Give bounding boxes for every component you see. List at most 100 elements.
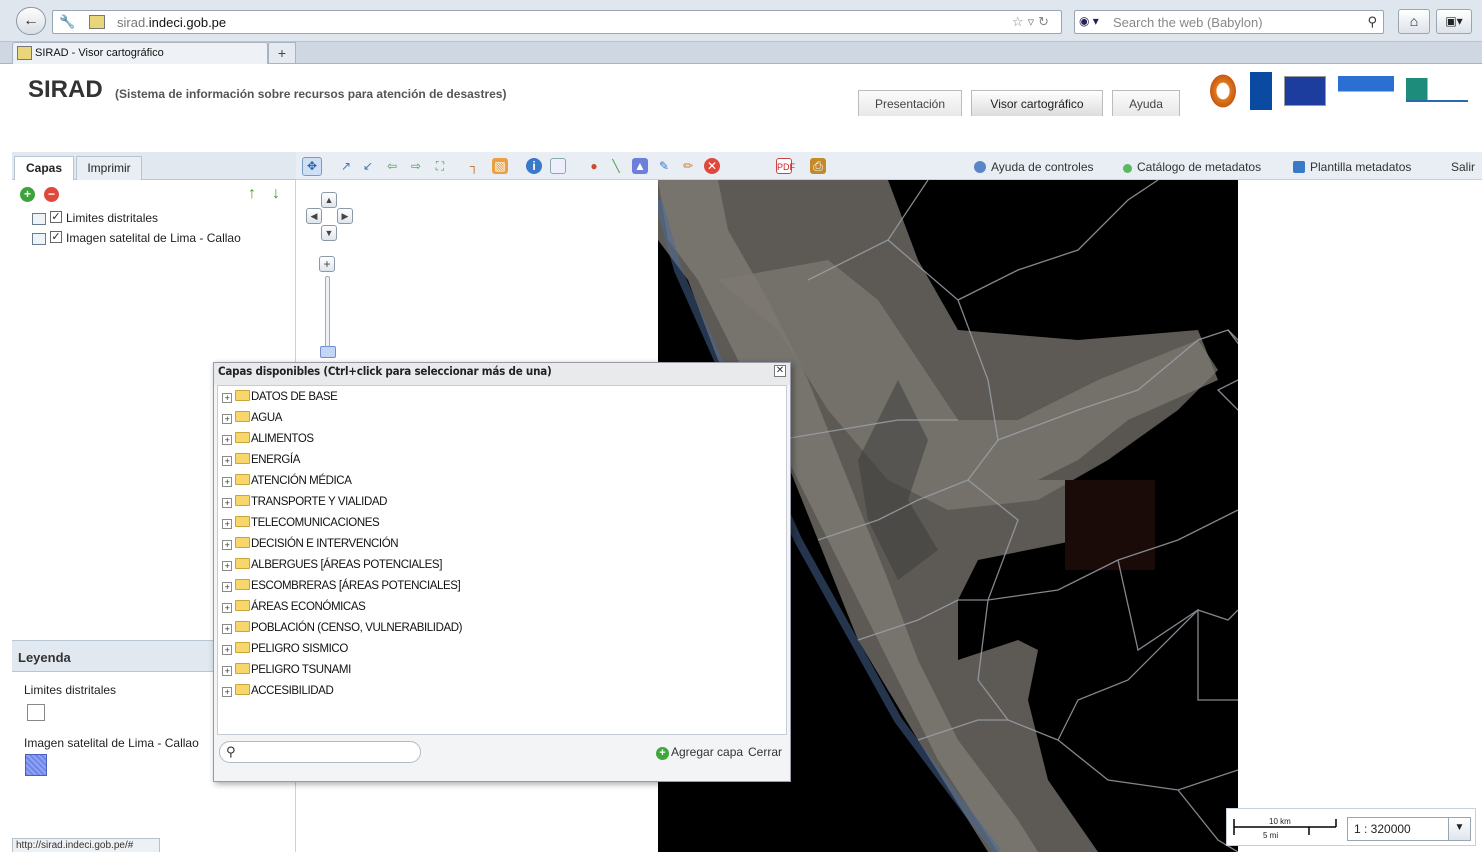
tree-category[interactable]: + ALIMENTOS [222,432,314,450]
tab-favicon-icon [17,46,32,60]
expand-icon[interactable]: + [222,435,232,445]
star-icon[interactable]: ☆ [1012,14,1028,29]
full-extent-icon[interactable]: ⛶ [432,158,448,174]
tree-category[interactable]: + ACCESIBILIDAD [222,684,334,702]
home-button[interactable]: ⌂ [1398,9,1430,34]
tree-category[interactable]: + DATOS DE BASE [222,390,338,408]
expand-icon[interactable]: + [222,582,232,592]
tab-capas[interactable]: Capas [14,156,74,180]
tree-category[interactable]: + AGUA [222,411,282,429]
add-layer-button[interactable]: + Agregar capa [656,745,743,760]
tree-category[interactable]: + TRANSPORTE Y VIALIDAD [222,495,387,513]
expand-icon[interactable]: + [222,561,232,571]
scale-select[interactable]: 1 : 320000 ▼ [1347,817,1471,841]
eu-flag-icon [1284,76,1326,106]
add-layer-icon[interactable]: + [20,187,35,202]
folder-icon [235,621,250,632]
move-up-icon[interactable]: ↑ [248,185,256,203]
pan-tool-icon[interactable]: ✥ [302,157,322,176]
add-line-icon[interactable]: ╲ [608,158,624,174]
scale-value: 1 : 320000 [1354,822,1411,836]
expand-icon[interactable]: + [222,414,232,424]
remove-layer-icon[interactable]: − [44,187,59,202]
print-icon[interactable]: ⎙ [810,158,826,174]
tab-imprimir[interactable]: Imprimir [76,156,142,180]
tree-category[interactable]: + PELIGRO SISMICO [222,642,348,660]
edit-feature-icon[interactable]: ✎ [656,158,672,174]
indeci-logo-icon [1208,72,1238,110]
pan-left-icon[interactable]: ◀ [306,208,322,224]
layer-search-input[interactable] [242,744,412,760]
measure-tool-icon[interactable]: ┐ [466,158,482,174]
nav-tab-presentacion[interactable]: Presentación [858,90,962,116]
tree-category[interactable]: + PELIGRO TSUNAMI [222,663,351,681]
expand-icon[interactable]: + [222,540,232,550]
expand-icon[interactable]: + [222,603,232,613]
expand-icon[interactable]: + [222,477,232,487]
browser-tab[interactable]: SIRAD - Visor cartográfico [12,42,268,64]
tree-category[interactable]: + ESCOMBRERAS [ÁREAS POTENCIALES] [222,579,461,597]
previous-extent-icon[interactable]: ⇦ [384,158,400,174]
web-search-box[interactable]: ◉ ▾ Search the web (Babylon) ⚲ [1074,10,1384,34]
nav-tab-ayuda[interactable]: Ayuda [1112,90,1180,116]
expand-icon[interactable]: + [222,393,232,403]
scale-km-label: 10 km [1269,817,1291,826]
layer-search[interactable]: ⚲ [219,741,421,763]
crop-tool-icon[interactable]: ▧ [492,158,508,174]
folder-icon [235,453,250,464]
expand-icon[interactable]: + [222,498,232,508]
metadata-template-link[interactable]: Plantilla metadatos [1293,160,1411,174]
help-controls-link[interactable]: Ayuda de controles [974,160,1094,174]
tree-category[interactable]: + ÁREAS ECONÓMICAS [222,600,366,618]
nav-tab-visor[interactable]: Visor cartográfico [971,90,1103,116]
info-tool-icon[interactable]: i [526,158,542,174]
dialog-title-bar[interactable]: Capas disponibles (Ctrl+click para selec… [214,363,790,385]
new-tab-button[interactable]: + [268,42,296,64]
close-dialog-button[interactable]: Cerrar [748,745,782,759]
zoom-out-tool-icon[interactable]: ↙ [360,158,376,174]
chevron-down-icon[interactable]: ▼ [1448,818,1470,840]
add-polygon-icon[interactable]: ▲ [632,158,648,174]
expand-icon[interactable]: + [222,687,232,697]
close-icon[interactable]: ✕ [774,365,786,377]
zoom-in-button[interactable]: + [319,256,335,272]
pdf-export-icon[interactable]: PDF [776,158,795,174]
tree-category[interactable]: + POBLACIÓN (CENSO, VULNERABILIDAD) [222,621,463,639]
search-icon[interactable]: ⚲ [1367,14,1377,30]
next-extent-icon[interactable]: ⇨ [408,158,424,174]
table-tool-icon[interactable] [550,158,566,174]
tree-category[interactable]: + ATENCIÓN MÉDICA [222,474,352,492]
pan-right-icon[interactable]: ▶ [337,208,353,224]
reload-icon[interactable]: ↻ [1038,14,1053,29]
zoom-slider[interactable] [325,276,330,356]
dropdown-arrow-icon[interactable]: ▿ [1028,14,1039,29]
url-bar-actions: ☆▿↻ [1012,14,1053,30]
expand-icon[interactable]: + [222,666,232,676]
tree-category[interactable]: + DECISIÓN E INTERVENCIÓN [222,537,399,555]
delete-feature-icon[interactable]: ✕ [704,158,720,174]
metadata-catalog-link[interactable]: Catálogo de metadatos [1123,160,1261,174]
edit-style-icon[interactable]: ✏ [680,158,696,174]
tree-category[interactable]: + ALBERGUES [ÁREAS POTENCIALES] [222,558,442,576]
tree-category[interactable]: + ENERGÍA [222,453,300,471]
add-point-icon[interactable]: ● [586,158,602,174]
pan-down-icon[interactable]: ▼ [321,225,337,241]
logout-link[interactable]: Salir [1451,160,1475,174]
expand-icon[interactable]: + [222,645,232,655]
zoom-in-tool-icon[interactable]: ↗ [338,158,354,174]
expand-icon[interactable]: + [222,519,232,529]
expand-icon[interactable]: + [222,456,232,466]
bookmarks-button[interactable]: ▣▾ [1436,9,1472,34]
folder-icon [235,474,250,485]
url-bar[interactable]: 🔧 sirad.indeci.gob.pe ☆▿↻ [52,10,1062,34]
expand-icon[interactable]: + [222,624,232,634]
tree-category[interactable]: + TELECOMUNICACIONES [222,516,380,534]
layer-checkbox[interactable]: ✓ [50,211,62,223]
search-engine-icon[interactable]: ◉ ▾ [1079,14,1105,30]
app-subtitle: (Sistema de información sobre recursos p… [115,87,507,101]
pan-up-icon[interactable]: ▲ [321,192,337,208]
zoom-slider-handle[interactable] [320,346,336,358]
back-button[interactable]: ← [16,7,46,35]
layer-checkbox[interactable]: ✓ [50,231,62,243]
move-down-icon[interactable]: ↓ [272,185,280,203]
